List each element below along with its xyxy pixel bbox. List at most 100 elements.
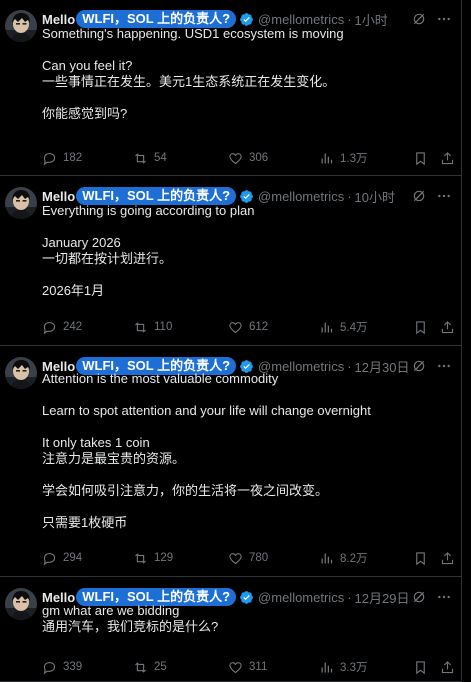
share-icon	[441, 551, 454, 564]
action-bar: 242 110 612 5.4万	[42, 318, 455, 336]
views-icon	[321, 662, 333, 672]
views-icon	[321, 553, 333, 563]
user-handle[interactable]: @mellometrics	[258, 189, 344, 204]
action-bar: 182 54 306 1.3万	[42, 149, 455, 167]
reply-button[interactable]: 339	[42, 660, 82, 675]
reply-count: 294	[63, 552, 83, 564]
views-button[interactable]: 1.3万	[319, 150, 368, 166]
share-icon	[441, 151, 454, 164]
tweet-line: 学会如何吸引注意力，你的生活将一夜之间改变。	[42, 483, 329, 498]
views-button[interactable]: 3.3万	[319, 659, 368, 675]
tweet[interactable]: Mello WLFI，SOL 上的负责人? @mellometrics · 12…	[0, 347, 462, 577]
reply-button[interactable]: 242	[42, 320, 82, 335]
share-icon	[441, 660, 454, 673]
retweet-button[interactable]: 110	[133, 320, 172, 335]
retweet-icon	[135, 321, 146, 333]
display-name[interactable]: Mello	[42, 189, 75, 204]
reply-icon	[43, 321, 56, 334]
retweet-count: 110	[154, 321, 173, 333]
tweet-line: Attention is the most valuable commodity	[42, 371, 279, 386]
retweet-button[interactable]: 129	[133, 551, 173, 566]
bookmark-button[interactable]	[413, 551, 428, 566]
reply-button[interactable]: 182	[42, 151, 82, 166]
display-name[interactable]: Mello	[42, 12, 75, 27]
action-bar: 294 129 780 8.2万	[42, 549, 455, 567]
bookmark-button[interactable]	[413, 660, 428, 675]
bookmark-button[interactable]	[413, 151, 428, 166]
grok-icon[interactable]	[411, 11, 427, 27]
reply-icon	[43, 552, 56, 565]
bookmark-button[interactable]	[413, 320, 428, 335]
like-button[interactable]: 780	[228, 551, 268, 566]
tweet-line: 通用汽车，我们竞标的是什么?	[42, 619, 219, 634]
retweet-icon	[135, 661, 146, 673]
views-button[interactable]: 5.4万	[319, 319, 368, 335]
tweet[interactable]: Mello WLFI，SOL 上的负责人? @mellometrics · 10…	[0, 177, 462, 346]
avatar[interactable]	[5, 588, 37, 620]
tweet-line: Something's happening. USD1 ecosystem is…	[42, 26, 344, 41]
more-options-icon[interactable]	[436, 11, 452, 27]
tweet-text: Everything is going according to plan Jan…	[42, 203, 452, 299]
reply-count: 242	[63, 321, 83, 333]
bookmark-icon	[416, 660, 425, 674]
retweet-button[interactable]: 25	[133, 660, 167, 675]
retweet-count: 25	[154, 661, 167, 673]
like-count: 612	[249, 321, 269, 333]
scrollbar[interactable]	[462, 0, 471, 680]
like-count: 780	[249, 552, 269, 564]
retweet-count: 129	[154, 552, 174, 564]
verified-badge-icon	[240, 189, 253, 203]
share-button[interactable]	[440, 320, 455, 335]
user-handle[interactable]: @mellometrics	[258, 12, 344, 27]
tweet-line: Everything is going according to plan	[42, 203, 255, 218]
avatar[interactable]	[5, 357, 37, 389]
bookmark-icon	[416, 551, 425, 565]
tweet-line: 你能感觉到吗?	[42, 106, 128, 121]
heart-icon	[229, 661, 242, 673]
retweet-icon	[135, 552, 146, 564]
views-count: 8.2万	[340, 553, 368, 565]
reply-button[interactable]: 294	[42, 551, 82, 566]
tweet-text: gm what are we bidding 通用汽车，我们竞标的是什么?	[42, 603, 452, 635]
avatar[interactable]	[5, 187, 37, 219]
heart-icon	[229, 152, 242, 164]
like-button[interactable]: 311	[228, 660, 267, 675]
tweet-line: 一些事情正在发生。美元1生态系统正在发生变化。	[42, 74, 336, 89]
heart-icon	[229, 552, 242, 564]
tweet-line: Can you feel it?	[42, 58, 133, 73]
tweet-line: 注意力是最宝贵的资源。	[42, 451, 186, 466]
tweet[interactable]: Mello WLFI，SOL 上的负责人? @mellometrics · 12…	[0, 578, 462, 682]
heart-icon	[229, 321, 242, 333]
share-icon	[441, 320, 454, 333]
retweet-button[interactable]: 54	[133, 151, 167, 166]
like-button[interactable]: 306	[228, 151, 268, 166]
separator: ·	[347, 188, 352, 204]
tweet-line: 2026年1月	[42, 283, 105, 298]
reply-icon	[43, 152, 56, 165]
bookmark-icon	[416, 151, 425, 165]
share-button[interactable]	[440, 551, 455, 566]
share-button[interactable]	[440, 151, 455, 166]
tweet-line: 一切都在按计划进行。	[42, 251, 173, 266]
tweet[interactable]: Mello WLFI，SOL 上的负责人? @mellometrics · 1小…	[0, 0, 462, 176]
avatar[interactable]	[5, 10, 37, 42]
retweet-count: 54	[154, 152, 167, 164]
views-count: 1.3万	[340, 153, 368, 165]
tweet-line: It only takes 1 coin	[42, 435, 150, 450]
share-button[interactable]	[440, 660, 455, 675]
more-options-icon[interactable]	[436, 188, 452, 204]
like-button[interactable]: 612	[228, 320, 268, 335]
tweet-text: Something's happening. USD1 ecosystem is…	[42, 26, 452, 122]
tweet-line: gm what are we bidding	[42, 603, 180, 618]
views-button[interactable]: 8.2万	[319, 550, 368, 566]
tweet-line: 只需要1枚硬币	[42, 515, 128, 530]
reply-count: 182	[63, 152, 83, 164]
grok-icon[interactable]	[411, 188, 427, 204]
